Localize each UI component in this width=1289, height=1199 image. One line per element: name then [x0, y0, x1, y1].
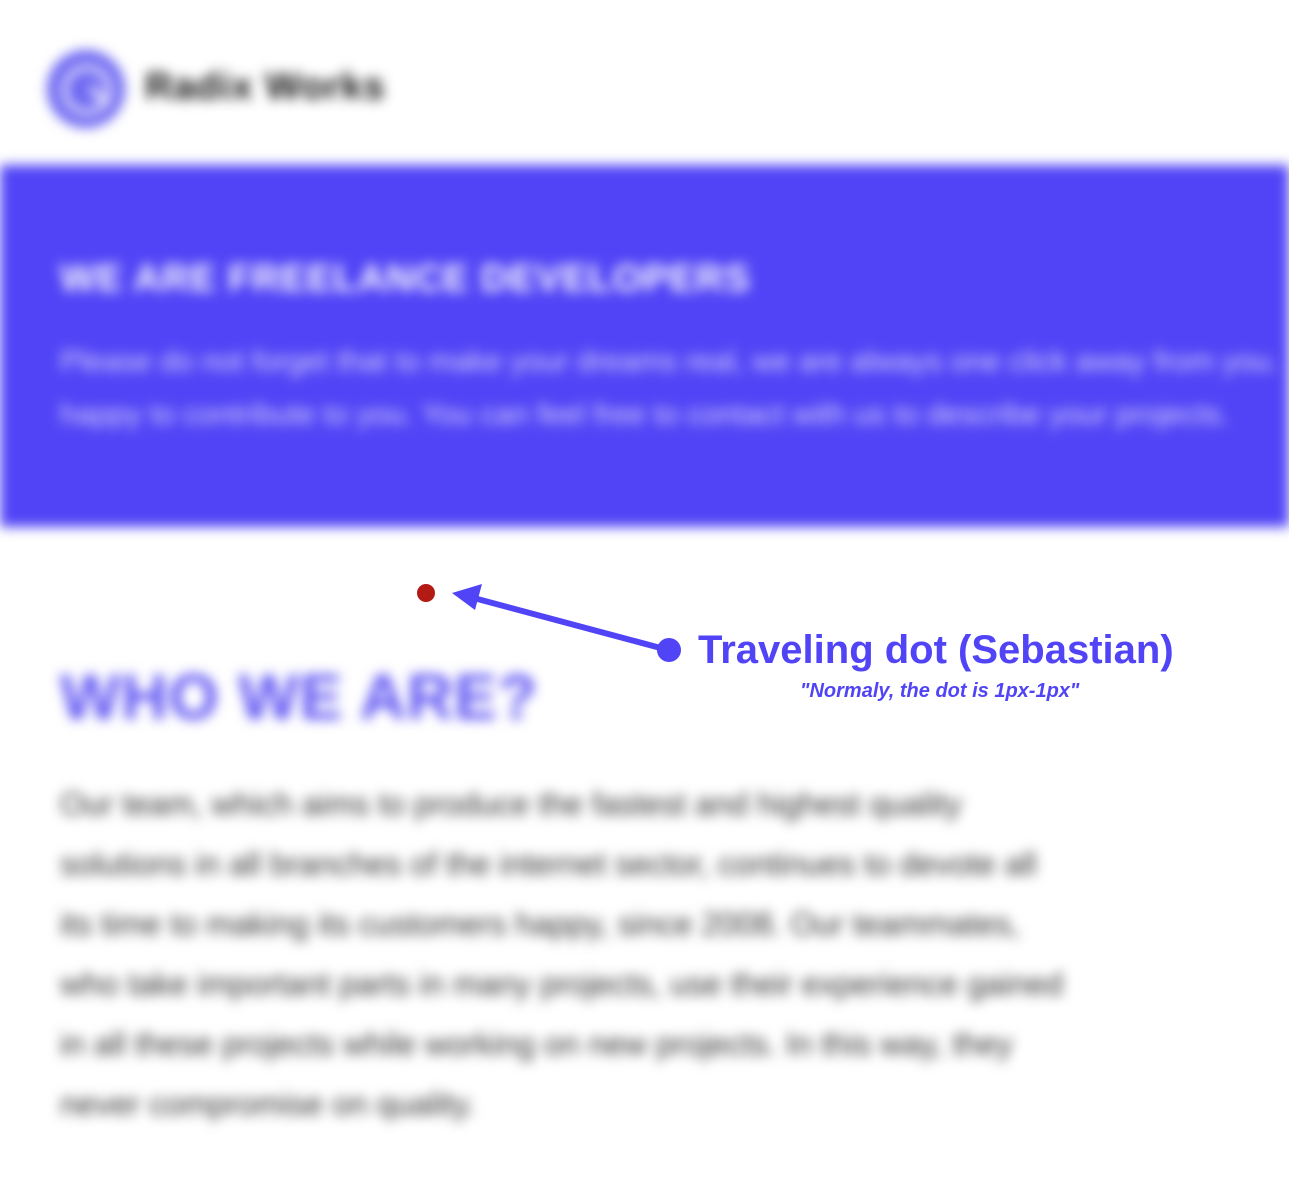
traveling-dot [417, 584, 435, 602]
hero-title: WE ARE FREELANCE DEVELOPERS [60, 258, 751, 300]
about-title: WHO WE ARE? [60, 661, 538, 733]
about-text-line: never compromise on quality. [60, 1086, 476, 1122]
site-header: Radix Works [0, 0, 1289, 165]
blurred-website: Radix Works WE ARE FREELANCE DEVELOPERS … [0, 0, 1289, 1199]
hero-text-line: happy to contribute to you. You can feel… [60, 398, 1230, 431]
radix-logo-icon[interactable] [47, 50, 125, 128]
hero-text-line: Please do not forget that to make your d… [60, 345, 1279, 378]
about-text-line: solutions in all branches of the interne… [60, 846, 1037, 882]
about-text-line: its time to making its customers happy, … [60, 906, 1020, 942]
about-text-line: who take important parts in many project… [60, 966, 1064, 1002]
hero-text: Please do not forget that to make your d… [60, 335, 1279, 441]
annotation-note: "Normaly, the dot is 1px-1px" [800, 680, 1080, 702]
about-text-line: in all these projects while working on n… [60, 1026, 1013, 1062]
brand-name[interactable]: Radix Works [145, 66, 385, 109]
logo-ring [62, 65, 112, 115]
annotation-title: Traveling dot (Sebastian) [698, 628, 1174, 672]
hero-banner: WE ARE FREELANCE DEVELOPERS Please do no… [0, 165, 1289, 527]
about-text-line: Our team, which aims to produce the fast… [60, 786, 962, 822]
about-text: Our team, which aims to produce the fast… [60, 774, 1240, 1134]
page: Radix Works WE ARE FREELANCE DEVELOPERS … [0, 0, 1289, 1199]
